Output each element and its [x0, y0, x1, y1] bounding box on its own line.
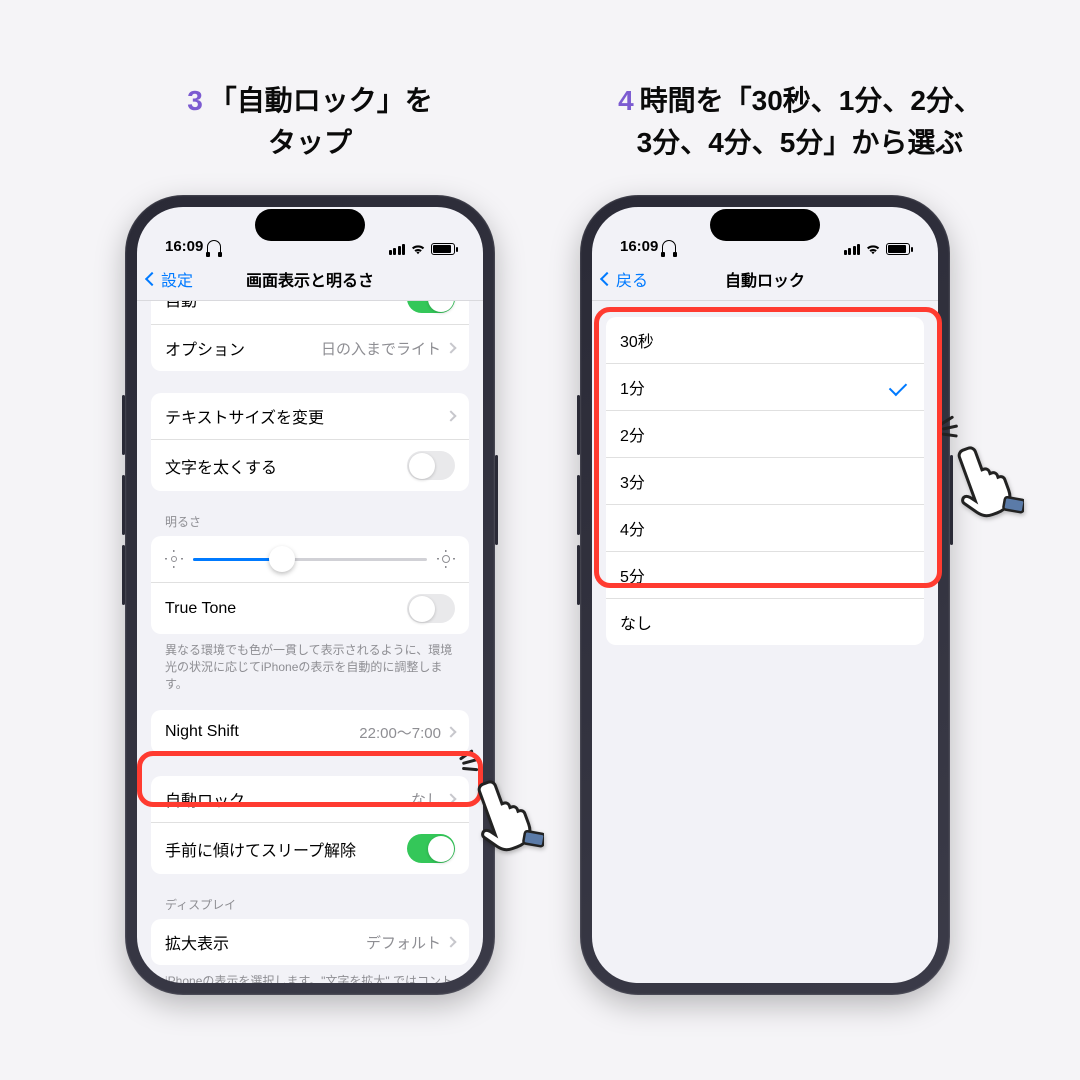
- autolock-option[interactable]: なし: [606, 598, 924, 645]
- wifi-icon: [410, 243, 426, 255]
- dynamic-island: [255, 209, 365, 241]
- row-label: 5分: [620, 563, 645, 587]
- chevron-left-icon: [145, 271, 159, 285]
- row-zoom[interactable]: 拡大表示 デフォルト: [151, 919, 469, 965]
- row-label: 2分: [620, 422, 645, 446]
- row-label: 4分: [620, 516, 645, 540]
- nav-title: 画面表示と明るさ: [246, 267, 374, 291]
- brightness-slider[interactable]: [193, 558, 427, 561]
- battery-icon: [431, 243, 455, 255]
- row-autolock[interactable]: 自動ロック なし: [151, 776, 469, 822]
- row-textsize[interactable]: テキストサイズを変更: [151, 393, 469, 439]
- chevron-right-icon: [445, 342, 456, 353]
- section-header-brightness: 明るさ: [165, 513, 455, 530]
- row-label: 自動: [165, 301, 197, 311]
- truetone-caption: 異なる環境でも色が一貫して表示されるように、環境光の状況に応じてiPhoneの表…: [165, 642, 455, 692]
- autolock-option[interactable]: 4分: [606, 504, 924, 551]
- pointer-hand-icon: [468, 768, 544, 858]
- status-time: 16:09: [165, 238, 203, 255]
- row-nightshift[interactable]: Night Shift 22:00～7:00: [151, 710, 469, 754]
- row-label: 拡大表示: [165, 930, 229, 954]
- chevron-right-icon: [445, 727, 456, 738]
- phone-mockup-step3: 16:09 設定 画面表示と明るさ 自動: [125, 195, 495, 995]
- cellular-icon: [389, 244, 406, 255]
- row-raise-to-wake[interactable]: 手前に傾けてスリープ解除: [151, 822, 469, 874]
- row-truetone[interactable]: True Tone: [151, 582, 469, 634]
- checkmark-icon: [889, 378, 907, 396]
- row-label: 1分: [620, 375, 645, 399]
- row-label: テキストサイズを変更: [165, 404, 324, 428]
- toggle-switch[interactable]: [407, 451, 455, 480]
- headphones-icon: [207, 240, 221, 254]
- step-3-caption: 3「自動ロック」を タップ: [120, 80, 500, 164]
- dynamic-island: [710, 209, 820, 241]
- pointer-hand-icon: [948, 434, 1024, 524]
- row-label: 自動ロック: [165, 787, 245, 811]
- autolock-option[interactable]: 30秒: [606, 317, 924, 363]
- row-label: オプション: [165, 336, 245, 360]
- battery-icon: [886, 243, 910, 255]
- chevron-right-icon: [445, 794, 456, 805]
- row-brightness-slider[interactable]: [151, 536, 469, 582]
- autolock-option[interactable]: 2分: [606, 410, 924, 457]
- toggle-switch[interactable]: [407, 594, 455, 623]
- chevron-left-icon: [600, 271, 614, 285]
- row-label: 3分: [620, 469, 645, 493]
- back-button[interactable]: 戻る: [602, 267, 648, 291]
- zoom-caption: iPhoneの表示を選択します。"文字を拡大" ではコントロールが拡大表示されま…: [165, 973, 455, 983]
- chevron-right-icon: [445, 410, 456, 421]
- row-value: なし: [411, 789, 441, 810]
- sun-small-icon: [165, 550, 183, 568]
- autolock-option[interactable]: 3分: [606, 457, 924, 504]
- autolock-options-list: 30秒 1分 2分 3分 4分 5分なし: [606, 317, 924, 645]
- row-label: True Tone: [165, 600, 236, 618]
- row-auto[interactable]: 自動: [151, 301, 469, 324]
- wifi-icon: [865, 243, 881, 255]
- row-options[interactable]: オプション 日の入までライト: [151, 324, 469, 371]
- sun-large-icon: [437, 550, 455, 568]
- nav-title: 自動ロック: [725, 267, 805, 291]
- back-button[interactable]: 設定: [147, 267, 193, 291]
- row-label: Night Shift: [165, 723, 239, 741]
- row-value: デフォルト: [366, 932, 441, 953]
- section-header-display: ディスプレイ: [165, 896, 455, 913]
- phone-mockup-step4: 16:09 戻る 自動ロック 30秒 1分 2分 3分 4分 5分なし: [580, 195, 950, 995]
- row-bold[interactable]: 文字を太くする: [151, 439, 469, 491]
- row-label: 文字を太くする: [165, 454, 277, 478]
- row-label: 30秒: [620, 328, 654, 352]
- headphones-icon: [662, 240, 676, 254]
- nav-bar: 戻る 自動ロック: [592, 257, 938, 301]
- row-value: 22:00～7:00: [359, 722, 441, 743]
- row-label: 手前に傾けてスリープ解除: [165, 837, 356, 861]
- step-4-caption: 4時間を「30秒、1分、2分、 3分、4分、5分」から選ぶ: [560, 80, 1040, 164]
- status-time: 16:09: [620, 238, 658, 255]
- back-label: 設定: [161, 267, 193, 291]
- autolock-option[interactable]: 1分: [606, 363, 924, 410]
- chevron-right-icon: [445, 937, 456, 948]
- toggle-switch[interactable]: [407, 301, 455, 313]
- back-label: 戻る: [616, 267, 648, 291]
- row-label: なし: [620, 610, 652, 634]
- cellular-icon: [844, 244, 861, 255]
- row-value: 日の入までライト: [321, 338, 441, 359]
- autolock-option[interactable]: 5分: [606, 551, 924, 598]
- nav-bar: 設定 画面表示と明るさ: [137, 257, 483, 301]
- toggle-switch[interactable]: [407, 834, 455, 863]
